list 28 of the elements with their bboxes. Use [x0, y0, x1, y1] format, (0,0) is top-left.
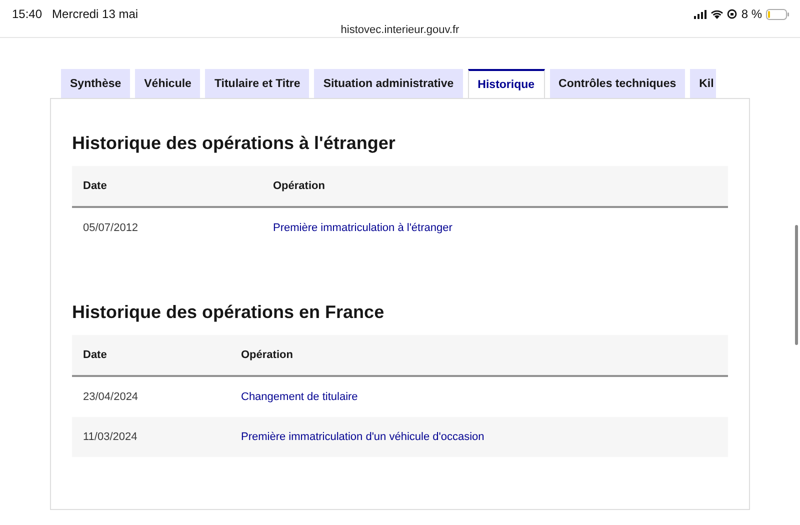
operation-link[interactable]: Première immatriculation à l'étranger — [262, 222, 728, 234]
date-cell-text: 23/04/2024 — [82, 391, 140, 403]
section-heading: Historique des opérations à l'étranger — [72, 133, 396, 154]
clock-time: 15:40 — [12, 7, 42, 21]
wifi-icon — [711, 10, 724, 18]
date-cell-text: 05/07/2012 — [82, 222, 140, 234]
column-header: Date — [82, 180, 108, 192]
battery-percentage: 8 % — [741, 7, 762, 21]
column-header: Opération — [240, 349, 294, 361]
operation-link[interactable]: Changement de titulaire — [230, 391, 696, 403]
tab[interactable]: Titulaire et Titre — [205, 69, 310, 98]
signal-icon — [694, 10, 708, 18]
status-date: Mercredi 13 mai — [52, 7, 138, 21]
tab[interactable]: Historique — [468, 69, 545, 98]
tab[interactable]: Kil — [690, 69, 716, 98]
tab[interactable]: Situation administrative — [314, 69, 463, 98]
url-text[interactable]: histovec.interieur.gouv.fr — [0, 24, 800, 36]
tab[interactable]: Contrôles techniques — [550, 69, 686, 98]
battery-icon — [766, 8, 790, 20]
column-header: Opération — [272, 180, 326, 192]
operation-link[interactable]: Première immatriculation d'un véhicule d'occasion — [230, 431, 696, 443]
date-cell-text: 11/03/2024 — [82, 431, 138, 443]
rotation-lock-icon — [727, 9, 738, 19]
column-header: Date — [82, 349, 108, 361]
tab[interactable]: Synthèse — [61, 69, 130, 98]
scrollbar[interactable] — [795, 225, 798, 345]
tab[interactable]: Véhicule — [135, 69, 200, 98]
section-heading: Historique des opérations en France — [72, 302, 386, 323]
